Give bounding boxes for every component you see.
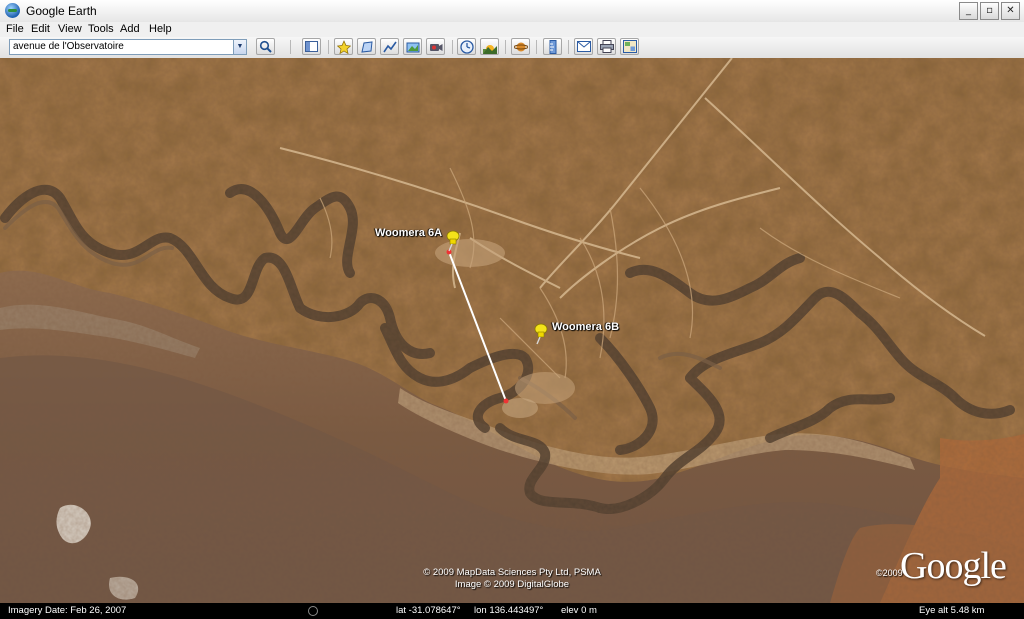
toolbar-separator — [536, 40, 537, 54]
eye-altitude-readout: Eye alt 5.48 km — [919, 605, 985, 616]
email-button[interactable] — [574, 38, 593, 55]
toolbar-separator — [452, 40, 453, 54]
window-controls: _ ▫ ✕ — [959, 2, 1020, 20]
pushpin-icon[interactable] — [532, 323, 548, 345]
toolbar: ▼ — [0, 37, 1024, 59]
record-tour-icon — [429, 43, 442, 51]
pushpin-icon[interactable] — [444, 230, 460, 252]
view-in-maps-icon — [622, 40, 637, 53]
image-overlay-icon — [406, 42, 419, 52]
google-logo: Google — [900, 545, 1007, 587]
sunlight-icon — [482, 44, 497, 54]
ruler-icon — [549, 39, 556, 54]
search-button[interactable] — [256, 38, 275, 55]
path-icon — [382, 41, 397, 52]
search-icon — [259, 40, 272, 53]
search-field[interactable]: ▼ — [9, 39, 247, 55]
switch-planets-button[interactable] — [511, 38, 530, 55]
search-history-dropdown[interactable]: ▼ — [233, 40, 246, 54]
google-earth-logo-icon — [5, 3, 20, 18]
ruler-end-point — [503, 398, 509, 404]
toggle-sidebar-button[interactable] — [302, 38, 321, 55]
historical-imagery-button[interactable] — [457, 38, 476, 55]
elevation-readout: elev 0 m — [561, 605, 597, 616]
ruler-button[interactable] — [543, 38, 562, 55]
record-tour-button[interactable] — [426, 38, 445, 55]
minimize-button[interactable]: _ — [959, 2, 978, 20]
historical-imagery-icon — [459, 39, 474, 54]
latitude-readout: lat -31.078647° — [396, 605, 461, 616]
toolbar-separator — [568, 40, 569, 54]
toolbar-separator — [328, 40, 329, 54]
sidebar-icon — [305, 41, 318, 52]
email-icon — [576, 41, 591, 52]
menu-add[interactable]: Add — [120, 23, 140, 35]
view-in-maps-button[interactable] — [620, 38, 639, 55]
planets-icon — [513, 42, 528, 51]
map-data-attribution: © 2009 MapData Sciences Pty Ltd, PSMA — [423, 567, 601, 578]
maximize-button[interactable]: ▫ — [980, 2, 999, 20]
map-viewport[interactable]: Woomera 6A Woomera 6B © 2009 MapData Sci… — [0, 58, 1024, 603]
add-polygon-button[interactable] — [357, 38, 376, 55]
imagery-date: Imagery Date: Feb 26, 2007 — [8, 605, 127, 616]
toolbar-separator — [290, 40, 291, 54]
menu-view[interactable]: View — [58, 23, 82, 35]
logo-year: ©2009 — [876, 568, 903, 578]
menu-help[interactable]: Help — [149, 23, 172, 35]
menu-tools[interactable]: Tools — [88, 23, 114, 35]
search-input[interactable] — [13, 40, 228, 53]
add-image-overlay-button[interactable] — [403, 38, 422, 55]
polygon-icon — [360, 40, 373, 53]
print-button[interactable] — [597, 38, 616, 55]
window-title: Google Earth — [26, 4, 97, 18]
close-button[interactable]: ✕ — [1001, 2, 1020, 20]
toolbar-separator — [505, 40, 506, 54]
status-bar: Imagery Date: Feb 26, 2007 lat -31.07864… — [0, 603, 1024, 619]
placemark-label-woomera-6b[interactable]: Woomera 6B — [552, 321, 619, 333]
print-icon — [599, 40, 614, 53]
menu-file[interactable]: File — [6, 23, 24, 35]
placemark-label-woomera-6a[interactable]: Woomera 6A — [375, 227, 442, 239]
title-bar: Google Earth _ ▫ ✕ — [0, 0, 1024, 23]
add-placemark-button[interactable] — [334, 38, 353, 55]
sunlight-button[interactable] — [480, 38, 499, 55]
longitude-readout: lon 136.443497° — [474, 605, 544, 616]
placemark-icon — [336, 39, 351, 54]
menu-edit[interactable]: Edit — [31, 23, 50, 35]
streaming-status-icon — [308, 606, 318, 616]
satellite-imagery — [0, 58, 1024, 603]
imagery-attribution: Image © 2009 DigitalGlobe — [454, 579, 570, 590]
menu-bar: File Edit View Tools Add Help — [0, 22, 1024, 37]
add-path-button[interactable] — [380, 38, 399, 55]
